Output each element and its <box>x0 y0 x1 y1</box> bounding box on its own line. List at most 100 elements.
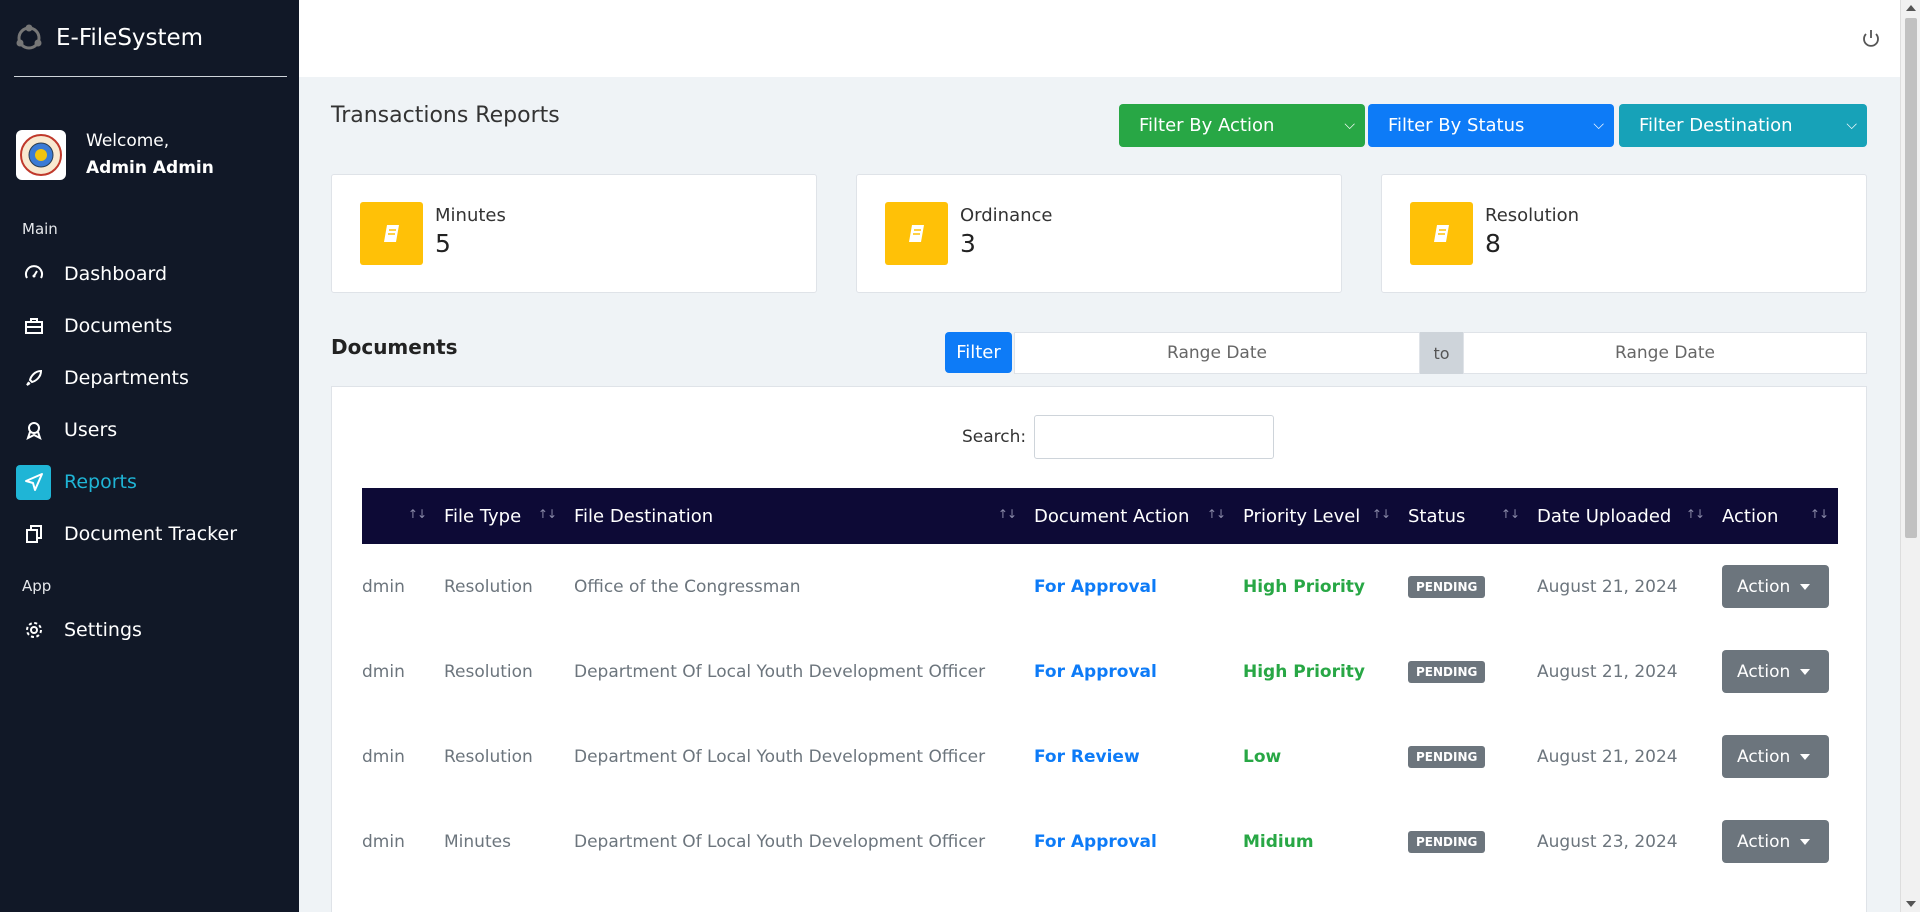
column-header-priority-level[interactable]: Priority Level ↑↓ <box>1235 488 1400 544</box>
user-panel: Welcome, Admin Admin <box>0 77 299 207</box>
column-header-file-type[interactable]: File Type ↑↓ <box>436 488 566 544</box>
status-badge: PENDING <box>1408 660 1486 683</box>
page-title: Transactions Reports <box>331 103 560 128</box>
filter-by-status-label: Filter By Status <box>1388 115 1525 136</box>
cell-priority: High Priority <box>1243 576 1366 597</box>
scroll-down-arrow[interactable] <box>1906 901 1916 907</box>
sidebar-item-document-tracker[interactable]: Document Tracker <box>0 508 299 560</box>
sort-icon: ↑↓ <box>407 507 427 521</box>
sidebar-item-settings[interactable]: Settings <box>0 604 299 656</box>
cell-date-uploaded: August 21, 2024 <box>1537 661 1678 682</box>
cell-destination: Department Of Local Youth Development Of… <box>574 661 986 682</box>
cell-priority: High Priority <box>1243 661 1366 682</box>
cell-date-uploaded: August 23, 2024 <box>1537 831 1678 852</box>
caret-down-icon <box>1800 583 1811 590</box>
column-header-owner[interactable]: ↑↓ <box>362 488 436 544</box>
cell-document-action: For Approval <box>1034 576 1157 597</box>
sidebar-item-dashboard[interactable]: Dashboard <box>0 248 299 300</box>
sort-icon: ↑↓ <box>1685 507 1705 521</box>
filter-by-action-select[interactable]: Filter By Action ⌵ <box>1119 104 1365 147</box>
column-header-document-action[interactable]: Document Action ↑↓ <box>1026 488 1235 544</box>
caret-down-icon <box>1800 668 1811 675</box>
stat-card-minutes: Minutes 5 <box>331 174 817 293</box>
column-header-action[interactable]: Action ↑↓ <box>1714 488 1838 544</box>
cell-file-type: Resolution <box>444 746 533 767</box>
date-from-input[interactable]: Range Date <box>1014 332 1420 374</box>
stat-label: Resolution <box>1485 205 1580 226</box>
cell-file-type: Resolution <box>444 576 533 597</box>
sort-icon: ↑↓ <box>1809 507 1829 521</box>
sidebar-item-reports[interactable]: Reports <box>0 456 299 508</box>
documents-table-card: Search: ↑↓ File Type ↑↓ File Destination ↑… <box>331 386 1867 912</box>
sidebar-item-label: Document Tracker <box>64 523 238 545</box>
stat-label: Minutes <box>435 205 506 226</box>
cell-owner: dmin <box>362 746 405 767</box>
stat-card-ordinance: Ordinance 3 <box>856 174 1342 293</box>
cell-owner: dmin <box>362 576 405 597</box>
table-row: dmin Minutes Department Of Local Youth D… <box>362 799 1838 884</box>
table-row: dmin Resolution Office of the Congressma… <box>362 544 1838 629</box>
table-row: dmin Resolution Department Of Local Yout… <box>362 629 1838 714</box>
filter-by-status-select[interactable]: Filter By Status ⌵ <box>1368 104 1614 147</box>
chevron-down-icon: ⌵ <box>1593 117 1604 133</box>
cell-document-action: For Approval <box>1034 661 1157 682</box>
rocket-icon <box>16 361 51 396</box>
scroll-thumb[interactable] <box>1905 18 1917 538</box>
nav-section-main: Main <box>22 220 58 238</box>
brand[interactable]: E-FileSystem <box>14 0 287 77</box>
search-label: Search: <box>962 427 1027 447</box>
sidebar-item-label: Settings <box>64 619 142 641</box>
user-name: Admin Admin <box>86 158 214 178</box>
row-action-button[interactable]: Action <box>1722 565 1829 608</box>
stat-value: 8 <box>1485 229 1501 258</box>
filter-by-action-label: Filter By Action <box>1139 115 1275 136</box>
power-icon[interactable] <box>1860 28 1882 50</box>
briefcase-icon <box>16 309 51 344</box>
date-to-separator: to <box>1420 332 1463 374</box>
cell-destination: Department Of Local Youth Development Of… <box>574 831 986 852</box>
sidebar-item-label: Reports <box>64 471 137 493</box>
row-action-button[interactable]: Action <box>1722 650 1829 693</box>
scrollbar[interactable] <box>1900 0 1920 912</box>
status-badge: PENDING <box>1408 575 1486 598</box>
filter-destination-label: Filter Destination <box>1639 115 1793 136</box>
sidebar: E-FileSystem Welcome, Admin Admin Main D… <box>0 0 299 912</box>
copy-icon <box>16 517 51 552</box>
cell-document-action: For Review <box>1034 746 1140 767</box>
caret-down-icon <box>1800 838 1811 845</box>
chevron-down-icon: ⌵ <box>1344 117 1355 133</box>
filter-button[interactable]: Filter <box>945 332 1012 373</box>
send-icon <box>16 464 51 500</box>
scroll-up-arrow[interactable] <box>1906 5 1916 11</box>
column-header-file-destination[interactable]: File Destination ↑↓ <box>566 488 1026 544</box>
table-row: dmin Resolution Department Of Local Yout… <box>362 714 1838 799</box>
book-icon <box>885 202 948 265</box>
sidebar-item-departments[interactable]: Departments <box>0 352 299 404</box>
sidebar-item-label: Departments <box>64 367 189 389</box>
welcome-greeting: Welcome, <box>86 131 170 151</box>
status-badge: PENDING <box>1408 745 1486 768</box>
cell-document-action: For Approval <box>1034 831 1157 852</box>
date-to-input[interactable]: Range Date <box>1463 332 1867 374</box>
cell-file-type: Resolution <box>444 661 533 682</box>
stat-value: 5 <box>435 229 451 258</box>
cell-owner: dmin <box>362 831 405 852</box>
cell-destination: Office of the Congressman <box>574 576 801 597</box>
sidebar-item-documents[interactable]: Documents <box>0 300 299 352</box>
book-icon <box>1410 202 1473 265</box>
row-action-button[interactable]: Action <box>1722 735 1829 778</box>
cell-destination: Department Of Local Youth Development Of… <box>574 746 986 767</box>
row-action-button[interactable]: Action <box>1722 820 1829 863</box>
avatar <box>16 130 66 180</box>
sidebar-item-users[interactable]: Users <box>0 404 299 456</box>
column-header-status[interactable]: Status ↑↓ <box>1400 488 1529 544</box>
book-icon <box>360 202 423 265</box>
search-input[interactable] <box>1034 415 1274 459</box>
documents-table: ↑↓ File Type ↑↓ File Destination ↑↓ Docume… <box>362 488 1838 884</box>
sort-icon: ↑↓ <box>1500 507 1520 521</box>
gear-icon <box>16 613 51 648</box>
filter-destination-select[interactable]: Filter Destination ⌵ <box>1619 104 1867 147</box>
sidebar-item-label: Documents <box>64 315 173 337</box>
column-header-date-uploaded[interactable]: Date Uploaded ↑↓ <box>1529 488 1714 544</box>
stat-label: Ordinance <box>960 205 1053 226</box>
